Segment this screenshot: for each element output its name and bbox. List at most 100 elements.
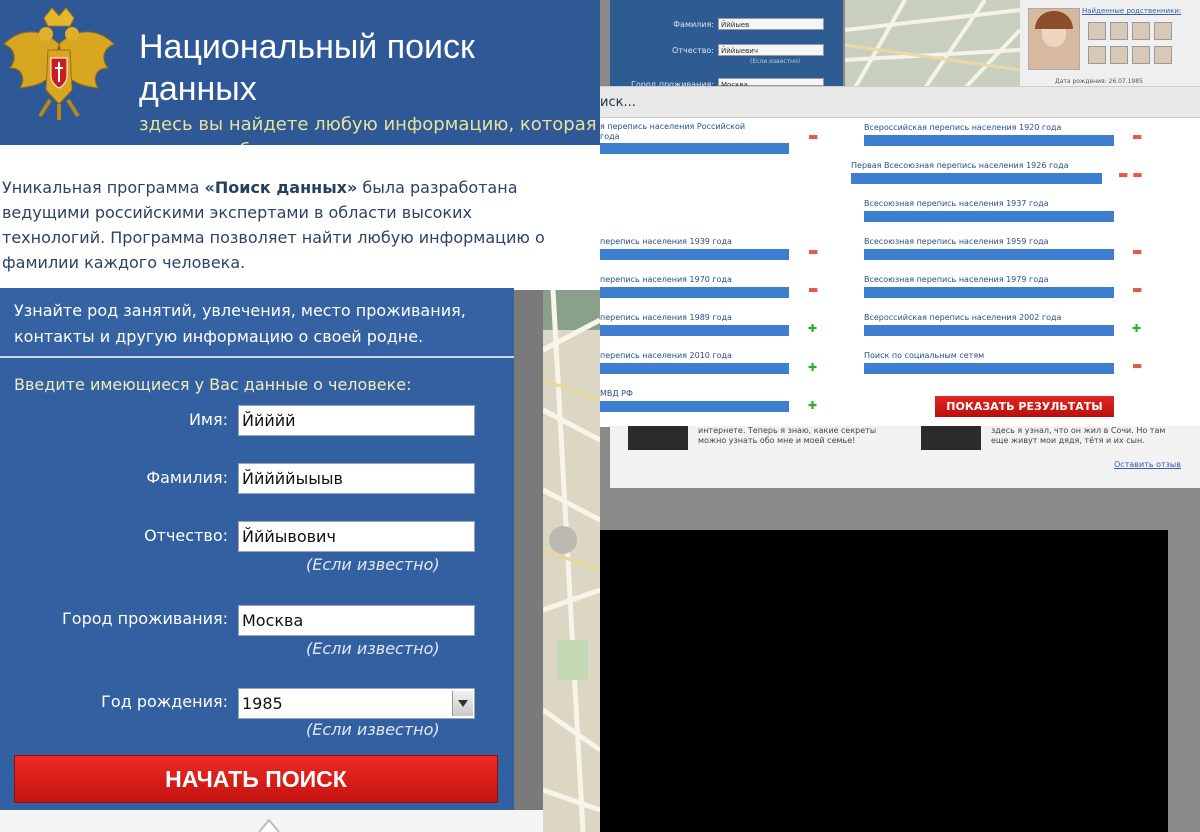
leave-review-link[interactable]: Оставить отзыв xyxy=(1114,460,1181,469)
pointer-arrow-icon xyxy=(258,818,280,832)
relative-thumb[interactable] xyxy=(1132,46,1150,64)
census-label: Всесоюзная перепись населения 1937 года xyxy=(864,199,1049,208)
progress-bar xyxy=(864,249,1114,260)
testimonial-text: здесь я узнал, что он жил в Сочи. Но там… xyxy=(991,426,1166,445)
relative-thumb[interactable] xyxy=(1110,22,1128,40)
census-label: Всероссийская перепись населения 2002 го… xyxy=(864,313,1062,322)
progress-bar xyxy=(600,287,789,298)
intro-section: Уникальная программа «Поиск данных» была… xyxy=(0,145,600,290)
census-label: года xyxy=(600,132,620,141)
relative-thumb[interactable] xyxy=(1088,46,1106,64)
census-label: МВД РФ xyxy=(600,389,633,398)
bg-surname-input[interactable]: Йййыев xyxy=(718,18,824,30)
city-input[interactable]: Москва xyxy=(238,605,475,636)
program-name: «Поиск данных» xyxy=(204,178,358,197)
testimonial-avatar xyxy=(628,426,688,450)
birth-year-select[interactable]: 1985 xyxy=(238,688,475,719)
minus-icon: ▬ xyxy=(1132,130,1143,143)
popup-header: иск... xyxy=(600,87,1200,118)
surname-label: Фамилия: xyxy=(146,468,228,487)
bg-hint: (Если известно) xyxy=(750,58,801,65)
name-input[interactable]: Ййййй xyxy=(238,405,475,436)
left-panel: Национальный поиск данных здесь вы найде… xyxy=(0,0,600,832)
census-label: перепись населения 1989 года xyxy=(600,313,732,322)
birth-year-hint: (Если известно) xyxy=(306,720,440,739)
popup-title: иск... xyxy=(600,95,636,110)
city-hint: (Если известно) xyxy=(306,639,440,658)
coat-of-arms-logo xyxy=(0,4,118,122)
relative-thumb[interactable] xyxy=(1132,22,1150,40)
video-area xyxy=(600,530,1168,832)
plus-icon: ✚ xyxy=(808,399,818,412)
background-map xyxy=(844,0,1022,90)
testimonial-text: интернете. Теперь я знаю, какие секреты … xyxy=(698,426,877,445)
progress-bar xyxy=(600,325,789,336)
surname-input[interactable]: Йййййыыыв xyxy=(238,463,475,494)
form-description-text: Узнайте род занятий, увлечения, место пр… xyxy=(14,301,466,346)
bg-city-input[interactable]: Москва xyxy=(718,78,824,89)
census-label: я перепись населения Российской xyxy=(600,122,746,131)
relative-thumb[interactable] xyxy=(1110,46,1128,64)
minus-icon: ▬ xyxy=(808,130,819,143)
progress-bar xyxy=(864,287,1114,298)
form-description: Узнайте род занятий, увлечения, место пр… xyxy=(0,288,514,358)
minus-icon: ▬ xyxy=(1132,283,1143,296)
progress-bar xyxy=(864,325,1114,336)
bg-patronymic-label: Отчество: xyxy=(672,46,714,55)
minus-icon: ▬ xyxy=(1132,359,1143,372)
minus-icon: ▬ xyxy=(808,283,819,296)
progress-bar xyxy=(864,135,1114,146)
birth-date: Дата рождения: 26.07.1985 xyxy=(1055,78,1143,85)
plus-icon: ✚ xyxy=(1132,322,1142,335)
plus-icon: ✚ xyxy=(808,361,818,374)
profile-photo xyxy=(1028,8,1080,70)
form-prompt: Введите имеющиеся у Вас данные о человек… xyxy=(14,375,412,394)
census-label: перепись населения 2010 года xyxy=(600,351,732,360)
birth-year-value: 1985 xyxy=(242,694,283,713)
progress-bar xyxy=(600,143,789,154)
progress-bar xyxy=(600,249,789,260)
progress-bar xyxy=(864,211,1114,222)
site-title: Национальный поиск данных xyxy=(139,28,475,108)
relative-thumb[interactable] xyxy=(1154,22,1172,40)
background-profile: Найденные родственники: Дата рождения: 2… xyxy=(1020,0,1200,88)
relatives-link[interactable]: Найденные родственники: xyxy=(1082,7,1181,15)
intro-text: Уникальная программа «Поиск данных» была… xyxy=(2,175,562,275)
intro-part1: Уникальная программа xyxy=(2,178,205,197)
census-label: Всесоюзная перепись населения 1979 года xyxy=(864,275,1049,284)
site-header: Национальный поиск данных здесь вы найде… xyxy=(0,0,600,161)
bottom-bar xyxy=(0,810,543,832)
census-label: Всесоюзная перепись населения 1959 года xyxy=(864,237,1049,246)
patronymic-label: Отчество: xyxy=(144,526,228,545)
minus-icon: ▬ xyxy=(808,245,819,258)
progress-bar xyxy=(864,363,1114,374)
name-label: Имя: xyxy=(188,410,228,429)
minus-icon: ▬ xyxy=(1132,245,1143,258)
census-label: Всероссийская перепись населения 1920 го… xyxy=(864,123,1062,132)
bg-map-streets xyxy=(844,0,1022,90)
start-search-button[interactable]: НАЧАТЬ ПОИСК xyxy=(14,755,498,803)
chevron-down-icon[interactable] xyxy=(452,691,473,716)
progress-bar xyxy=(600,401,789,412)
bg-surname-label: Фамилия: xyxy=(673,20,714,29)
birth-year-label: Год рождения: xyxy=(101,692,228,711)
census-label: перепись населения 1939 года xyxy=(600,237,732,246)
testimonials: интернете. Теперь я знаю, какие секреты … xyxy=(610,426,1200,489)
census-label: Первая Всесоюзная перепись населения 192… xyxy=(851,161,1069,170)
plus-icon: ✚ xyxy=(808,322,818,335)
relative-thumb[interactable] xyxy=(1088,22,1106,40)
background-search-form: Фамилия: Йййыев Отчество: Йййыевич (Если… xyxy=(610,0,843,89)
relative-thumb[interactable] xyxy=(1154,46,1172,64)
search-progress-popup: иск... я перепись населения Российской г… xyxy=(600,86,1200,427)
testimonial-avatar xyxy=(921,426,981,450)
progress-bar xyxy=(851,173,1102,184)
patronymic-input[interactable]: Йййывович xyxy=(238,521,475,552)
patronymic-hint: (Если известно) xyxy=(306,555,440,574)
city-label: Город проживания: xyxy=(62,609,228,628)
bg-patronymic-input[interactable]: Йййыевич xyxy=(718,44,824,56)
search-form-panel: Узнайте род занятий, увлечения, место пр… xyxy=(0,288,514,810)
show-results-button[interactable]: ПОКАЗАТЬ РЕЗУЛЬТАТЫ xyxy=(935,396,1114,417)
minus-icon: ▬ ▬ xyxy=(1118,168,1143,181)
progress-bar xyxy=(600,363,789,374)
census-label: перепись населения 1970 года xyxy=(600,275,732,284)
